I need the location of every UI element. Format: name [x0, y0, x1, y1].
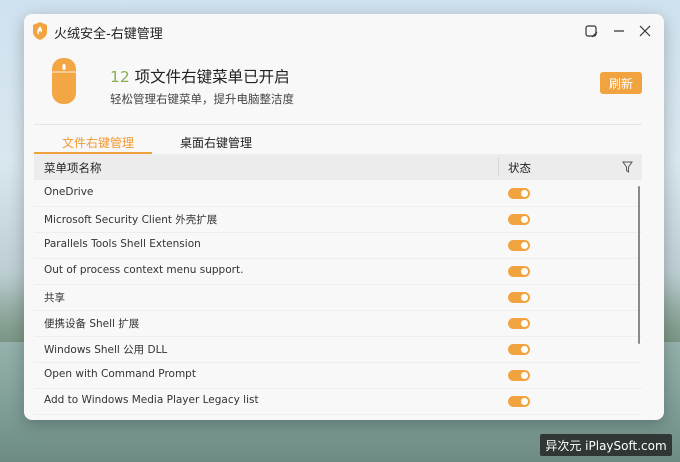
status-toggle[interactable]	[508, 292, 530, 303]
table-header: 菜单项名称 状态	[34, 154, 642, 180]
table-row: Parallels Tools Shell Extension	[34, 232, 642, 259]
minimize-icon	[614, 30, 624, 32]
status-toggle[interactable]	[508, 266, 530, 277]
status-toggle[interactable]	[508, 396, 530, 407]
row-name: Out of process context menu support.	[44, 264, 244, 276]
row-name: Add to Windows Media Player Legacy list	[44, 394, 259, 406]
mini-mode-button[interactable]	[580, 20, 602, 42]
mini-mode-icon	[584, 24, 597, 37]
window-title: 火绒安全-右键管理	[54, 27, 163, 42]
table-row: OneDrive	[34, 180, 642, 207]
table-row: 便携设备 Shell 扩展	[34, 310, 642, 337]
close-icon	[639, 25, 651, 37]
table-row: 共享	[34, 284, 642, 311]
status-toggle[interactable]	[508, 344, 530, 355]
status-toggle[interactable]	[508, 240, 530, 251]
tab-file-context-menu[interactable]: 文件右键管理	[62, 134, 134, 151]
title-bar: 火绒安全-右键管理	[24, 14, 664, 48]
app-window: 火绒安全-右键管理 12 项文件右键菜单已开启 轻松管理右键菜单，提升电脑整洁度…	[24, 14, 664, 420]
column-header-name: 菜单项名称	[44, 161, 102, 175]
table-row: Add to Windows Media Player Legacy list	[34, 388, 642, 415]
tab-desktop-context-menu[interactable]: 桌面右键管理	[180, 134, 252, 151]
row-name: 共享	[44, 292, 65, 304]
menu-item-list: OneDrive Microsoft Security Client 外壳扩展 …	[34, 180, 642, 415]
refresh-button[interactable]: 刷新	[600, 72, 642, 94]
row-name: Open with Command Prompt	[44, 368, 196, 380]
subtitle: 轻松管理右键菜单，提升电脑整洁度	[110, 92, 294, 106]
row-name: Windows Shell 公用 DLL	[44, 344, 168, 356]
row-name: Microsoft Security Client 外壳扩展	[44, 214, 218, 226]
status-toggle[interactable]	[508, 318, 530, 329]
table-row: Windows Shell 公用 DLL	[34, 336, 642, 363]
row-name: OneDrive	[44, 186, 94, 198]
headline-text: 项文件右键菜单已开启	[129, 68, 290, 86]
column-separator	[498, 158, 499, 176]
site-watermark: 异次元 iPlaySoft.com	[540, 434, 672, 456]
header-divider	[34, 124, 642, 125]
headline: 12 项文件右键菜单已开启	[110, 65, 290, 87]
filter-icon[interactable]	[622, 161, 633, 173]
table-row: Out of process context menu support.	[34, 258, 642, 285]
table-row: Open with Command Prompt	[34, 362, 642, 389]
row-name: Parallels Tools Shell Extension	[44, 238, 201, 250]
mouse-icon	[52, 58, 76, 104]
table-row: Microsoft Security Client 外壳扩展	[34, 206, 642, 233]
column-header-status: 状态	[508, 161, 531, 175]
row-name: 便携设备 Shell 扩展	[44, 318, 140, 330]
enabled-count: 12	[110, 68, 130, 86]
status-toggle[interactable]	[508, 214, 530, 225]
close-button[interactable]	[634, 20, 656, 42]
minimize-button[interactable]	[608, 20, 630, 42]
status-toggle[interactable]	[508, 370, 530, 381]
huorong-logo-icon	[33, 22, 47, 40]
status-toggle[interactable]	[508, 188, 530, 199]
list-scrollbar[interactable]	[638, 186, 640, 344]
